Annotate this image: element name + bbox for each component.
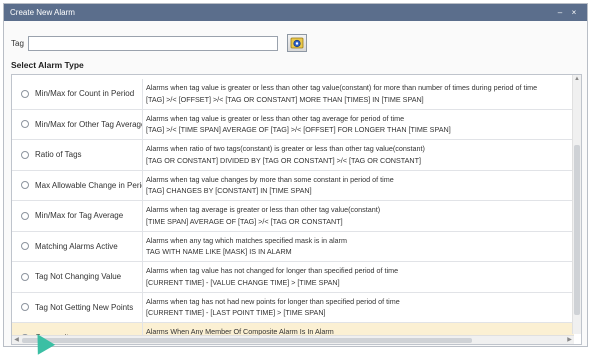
radio-button[interactable] bbox=[21, 272, 29, 281]
vertical-scroll-thumb[interactable] bbox=[574, 145, 580, 315]
alarm-type-name: Tag Not Getting New Points bbox=[35, 302, 134, 312]
alarm-type-grid: Min/Max for Count in Period Alarms when t… bbox=[11, 74, 582, 345]
expression-text: [CURRENT TIME] - [VALUE CHANGE TIME] > [… bbox=[146, 277, 340, 287]
alarm-type-name-cell[interactable]: Min/Max for Count in Period bbox=[12, 79, 143, 109]
alarm-type-heading: Select Alarm Type bbox=[11, 60, 84, 70]
description-text: Alarms when tag value has not changed fo… bbox=[146, 266, 399, 275]
scroll-right-icon[interactable]: ▶ bbox=[565, 336, 574, 344]
description-text: Alarms when tag value changes by more th… bbox=[146, 174, 394, 184]
description-text: Alarms when tag has not had new points f… bbox=[146, 296, 400, 306]
alarm-type-row[interactable]: Min/Max for Tag Average Alarms when tag a… bbox=[12, 201, 574, 232]
scroll-left-icon[interactable]: ◀ bbox=[12, 336, 21, 344]
alarm-type-name-cell[interactable]: Tag Not Changing Value bbox=[12, 262, 143, 292]
alarm-type-row[interactable]: Matching Alarms Active Alarms when any ta… bbox=[12, 231, 574, 262]
alarm-type-name-cell[interactable]: Max Allowable Change in Period bbox=[12, 170, 143, 200]
alarm-type-name-cell[interactable]: Min/Max for Tag Average bbox=[12, 201, 143, 231]
alarm-type-name: Ratio of Tags bbox=[35, 150, 82, 160]
alarm-type-description: Alarms when tag value has not changed fo… bbox=[143, 262, 574, 292]
radio-button[interactable] bbox=[21, 120, 29, 129]
description-text: Alarms when tag value is greater or less… bbox=[146, 113, 405, 123]
alarm-type-name: Min/Max for Count in Period bbox=[35, 89, 135, 99]
radio-button[interactable] bbox=[21, 89, 29, 98]
alarm-type-name-cell[interactable]: Tag Not Getting New Points bbox=[12, 292, 143, 322]
radio-button[interactable] bbox=[21, 303, 29, 312]
horizontal-scrollbar[interactable]: ◀ ▶ bbox=[12, 335, 574, 344]
alarm-type-name: Min/Max for Tag Average bbox=[35, 211, 124, 221]
alarm-type-name-cell[interactable]: Matching Alarms Active bbox=[12, 231, 143, 261]
expression-text: TAG WITH NAME LIKE [MASK] IS IN ALARM bbox=[146, 247, 292, 256]
description-text: Alarms when tag average is greater or le… bbox=[146, 205, 381, 214]
alarm-type-description: Alarms when ratio of two tags(constant) … bbox=[143, 140, 574, 170]
alarm-type-row[interactable]: Min/Max for Count in Period Alarms when t… bbox=[12, 79, 574, 110]
close-button[interactable]: × bbox=[567, 8, 581, 17]
expression-text: [TIME SPAN] AVERAGE OF [TAG] >/< [TAG OR… bbox=[146, 216, 343, 226]
tag-input[interactable] bbox=[28, 35, 278, 51]
description-text: Alarms when tag value is greater or less… bbox=[146, 83, 538, 92]
tag-row: Tag bbox=[11, 34, 307, 52]
alarm-type-name: Matching Alarms Active bbox=[35, 241, 118, 251]
expression-text: [TAG] >/< [TIME SPAN] AVERAGE OF [TAG] >… bbox=[146, 125, 451, 134]
expression-text: [CURRENT TIME] - [LAST POINT TIME] > [TI… bbox=[146, 308, 326, 317]
alarm-type-name-cell[interactable]: Min/Max for Other Tag Average bbox=[12, 109, 143, 139]
tag-browse-button[interactable] bbox=[287, 34, 307, 52]
alarm-type-row[interactable]: Tag Not Getting New Points Alarms when ta… bbox=[12, 292, 574, 323]
alarm-type-name: Max Allowable Change in Period bbox=[35, 180, 143, 190]
alarm-type-row[interactable]: Min/Max for Other Tag Average Alarms when… bbox=[12, 109, 574, 140]
alarm-type-name: Min/Max for Other Tag Average bbox=[35, 119, 143, 129]
tag-browse-icon bbox=[290, 37, 304, 49]
alarm-type-row[interactable]: Tag Not Changing Value Alarms when tag va… bbox=[12, 262, 574, 293]
alarm-type-description: Alarms when tag value changes by more th… bbox=[143, 171, 574, 201]
alarm-type-description: Alarms when any tag which matches specif… bbox=[143, 232, 574, 262]
expression-text: [TAG] >/< [OFFSET] >/< [TAG OR CONSTANT]… bbox=[146, 94, 424, 104]
horizontal-scroll-thumb[interactable] bbox=[22, 338, 472, 343]
expression-text: [TAG] CHANGES BY [CONSTANT] IN [TIME SPA… bbox=[146, 186, 312, 195]
create-alarm-window: Create New Alarm – × Tag Select Alarm Ty… bbox=[3, 3, 588, 347]
title-bar[interactable]: Create New Alarm – × bbox=[4, 4, 587, 21]
alarm-type-description: Alarms when tag has not had new points f… bbox=[143, 293, 574, 323]
expression-text: [TAG OR CONSTANT] DIVIDED BY [TAG OR CON… bbox=[146, 155, 422, 165]
alarm-type-name: Tag Not Changing Value bbox=[35, 272, 122, 282]
description-text: Alarms when ratio of two tags(constant) … bbox=[146, 144, 425, 153]
alarm-type-description: Alarms when tag value is greater or less… bbox=[143, 79, 574, 109]
radio-button[interactable] bbox=[21, 242, 29, 251]
alarm-type-list: Min/Max for Count in Period Alarms when t… bbox=[12, 79, 574, 344]
vertical-scrollbar[interactable]: ▲ bbox=[572, 75, 581, 334]
alarm-type-description: Alarms when tag average is greater or le… bbox=[143, 201, 574, 231]
description-text: Alarms when any tag which matches specif… bbox=[146, 235, 347, 245]
radio-button[interactable] bbox=[21, 211, 29, 220]
radio-button[interactable] bbox=[21, 150, 29, 159]
minimize-button[interactable]: – bbox=[553, 8, 567, 17]
tag-label: Tag bbox=[11, 38, 24, 48]
alarm-type-row[interactable]: Max Allowable Change in Period Alarms whe… bbox=[12, 170, 574, 201]
alarm-type-row[interactable]: Ratio of Tags Alarms when ratio of two ta… bbox=[12, 140, 574, 171]
scroll-up-icon[interactable]: ▲ bbox=[573, 75, 581, 84]
radio-button[interactable] bbox=[21, 181, 29, 190]
window-title: Create New Alarm bbox=[10, 8, 75, 17]
alarm-type-description: Alarms when tag value is greater or less… bbox=[143, 110, 574, 140]
alarm-type-name-cell[interactable]: Ratio of Tags bbox=[12, 140, 143, 170]
